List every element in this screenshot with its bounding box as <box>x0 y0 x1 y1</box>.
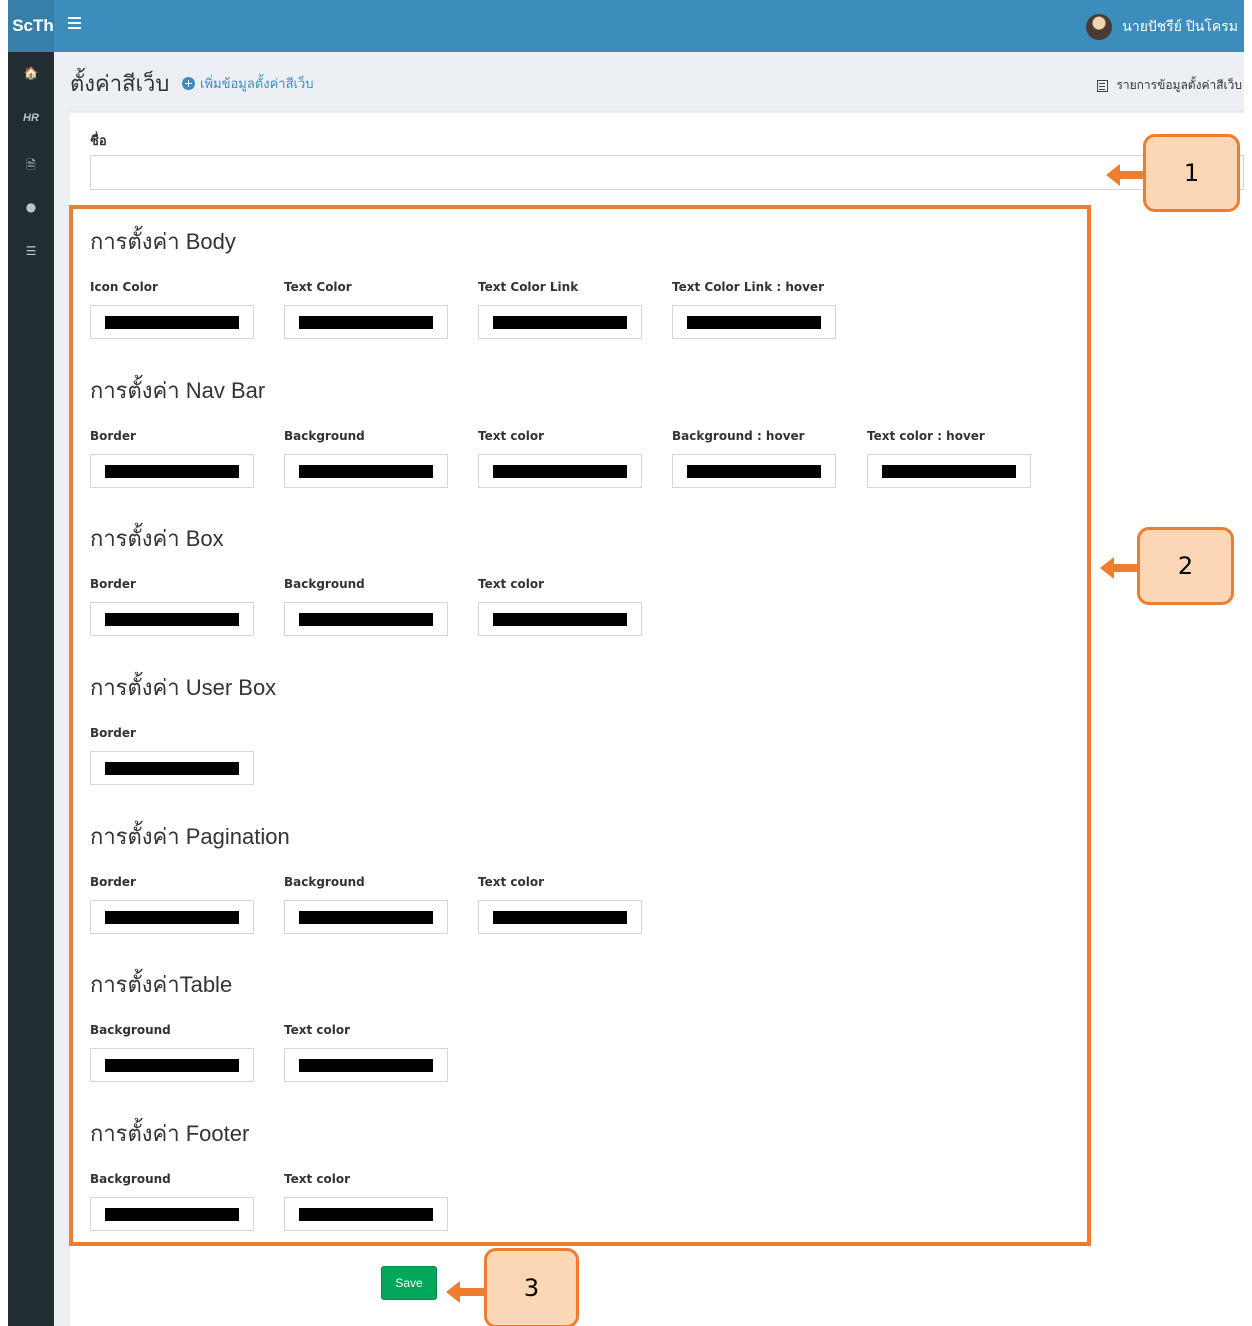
server-icon[interactable]: ☰ <box>8 244 54 258</box>
annotation-frame-2 <box>69 205 1091 1246</box>
list-icon <box>1097 79 1109 92</box>
name-input[interactable] <box>90 155 1244 190</box>
settings-list-label: รายการข้อมูลตั้งค่าสีเว็บ <box>1116 78 1242 92</box>
annotation-arrow-3 <box>446 1281 486 1303</box>
user-menu[interactable]: นายปัชรีย์ ปินโครม <box>1086 14 1238 40</box>
add-settings-link[interactable]: เพิ่มข้อมูลตั้งค่าสีเว็บ <box>182 73 314 94</box>
annotation-callout-2: 2 <box>1137 527 1234 605</box>
name-label: ชื่อ <box>90 133 107 148</box>
globe-icon[interactable]: ● <box>8 200 54 214</box>
settings-list-link[interactable]: รายการข้อมูลตั้งค่าสีเว็บ <box>1097 76 1242 95</box>
add-settings-label: เพิ่มข้อมูลตั้งค่าสีเว็บ <box>200 76 314 91</box>
page-title: ตั้งค่าสีเว็บ <box>70 71 170 96</box>
home-icon[interactable]: 🏠 <box>8 66 54 80</box>
annotation-arrow-1 <box>1106 164 1144 186</box>
annotation-callout-1: 1 <box>1143 134 1240 212</box>
sidebar: 🏠 HR 🗎 ● ☰ <box>8 52 54 1326</box>
brand-logo[interactable]: ScTh <box>8 16 58 36</box>
menu-toggle-icon[interactable] <box>68 17 81 30</box>
hr-icon[interactable]: HR <box>8 112 54 124</box>
avatar <box>1086 14 1113 40</box>
save-button[interactable]: Save <box>381 1266 437 1300</box>
user-name: นายปัชรีย์ ปินโครม <box>1122 18 1238 34</box>
file-icon[interactable]: 🗎 <box>8 156 54 177</box>
plus-circle-icon <box>182 77 195 90</box>
top-navbar: ScTh นายปัชรีย์ ปินโครม <box>8 0 1244 52</box>
annotation-callout-3: 3 <box>484 1248 579 1326</box>
annotation-arrow-2 <box>1100 557 1139 579</box>
